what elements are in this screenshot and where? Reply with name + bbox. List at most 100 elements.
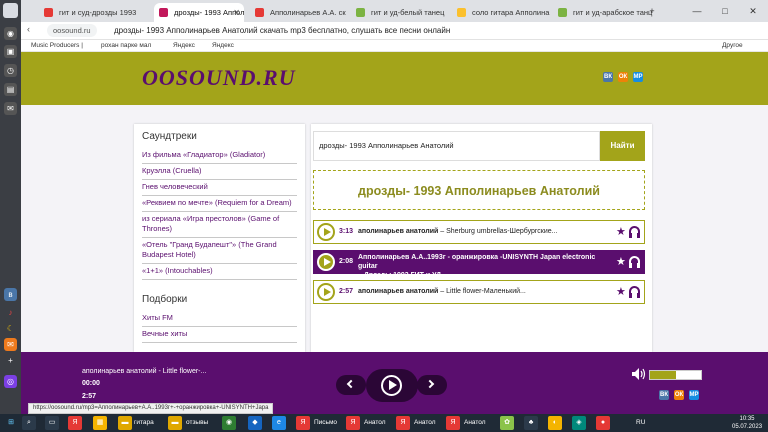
previous-button[interactable] [336,375,366,395]
yandex-browser-icon[interactable]: Я [68,416,82,430]
clock[interactable]: 10:35 05.07.2023 [732,415,762,431]
search-icon[interactable]: ⌕ [22,416,36,430]
taskbar-label[interactable]: отзывы [186,414,208,432]
track-duration: 2:57 [339,288,354,295]
tab-4[interactable]: гит и уд-белый танец [351,3,451,22]
app-icon[interactable]: ▦ [93,416,107,430]
yandex-browser-icon[interactable]: Я [446,416,460,430]
tab-1[interactable]: гит и суд-дрозды 1993 [39,3,139,22]
panel-icon-2[interactable]: ▣ [4,45,17,58]
app-icon[interactable]: ◉ [222,416,236,430]
tab-strip: гит и суд-дрозды 1993 дрозды- 1993 Аппол… [21,0,768,22]
track-row[interactable]: 2:57 аполинарьев анатолий – Little flowe… [313,280,645,304]
vk-share-icon[interactable]: ВК [659,390,669,400]
close-window-icon[interactable]: ✕ [739,0,767,22]
moon-icon[interactable]: ☾ [4,322,17,335]
collection-item[interactable]: Хиты FM [142,311,297,327]
star-icon[interactable]: ★ [616,251,626,273]
bookmark-4[interactable]: Яндекс [212,40,234,52]
headphones-icon[interactable] [629,256,640,268]
track-row[interactable]: 3:13 аполинарьев анатолий – Sherburg umb… [313,220,645,244]
tab-2[interactable]: дрозды- 1993 Апполи ✕ [154,3,244,22]
yandex-browser-icon[interactable]: Я [296,416,310,430]
tab-5[interactable]: соло гитара Апполина [452,3,552,22]
ok-share-icon[interactable]: ОК [618,72,628,82]
soundtrack-item[interactable]: Круэлла (Cruella) [142,164,297,180]
play-icon[interactable] [317,253,335,271]
vk-icon[interactable]: в [4,288,17,301]
collection-item[interactable]: Вечные хиты [142,327,297,343]
windows-start-icon[interactable]: ⊞ [4,416,18,430]
app-icon[interactable]: ♣ [524,416,538,430]
youtube-favicon-icon [255,8,264,17]
language-indicator[interactable]: RU [636,414,645,432]
track-row-playing[interactable]: 2:08 Апполинарьев А.А..1993г - оранжиров… [313,250,645,279]
taskbar-label[interactable]: Анатол [364,414,386,432]
soundtrack-item[interactable]: Из фильма «Гладиатор» (Gladiator) [142,148,297,164]
yandex-favicon-icon [44,8,53,17]
soundtrack-item[interactable]: «Реквием по мечте» (Requiem for a Dream) [142,196,297,212]
search-button[interactable]: Найти [600,131,645,161]
mailru-share-icon[interactable]: МР [633,72,643,82]
bookmark-1[interactable]: Music Producers | [31,40,83,52]
music-icon[interactable]: ♪ [4,306,17,319]
ok-share-icon[interactable]: ОК [674,390,684,400]
chevron-left-icon [346,379,356,389]
panel-icon-1[interactable]: ◉ [4,27,17,40]
taskbar-label[interactable]: Письмо [314,414,337,432]
yandex-browser-icon[interactable]: Я [396,416,410,430]
app-icon[interactable]: ✿ [500,416,514,430]
taskbar-label[interactable]: Анатол [414,414,436,432]
volume-icon[interactable] [632,368,646,380]
panel-icon-4[interactable]: ▤ [4,83,17,96]
soundtrack-item[interactable]: Гнев человеческий [142,180,297,196]
maximize-icon[interactable]: □ [711,0,739,22]
mail-icon[interactable]: ✉ [4,338,17,351]
bookmark-2[interactable]: рохан парке мал [101,40,151,52]
bookmark-other[interactable]: Другое [722,40,743,52]
taskbar-label[interactable]: гитара [134,414,154,432]
folder-icon[interactable]: ▬ [168,416,182,430]
app-icon[interactable]: ◆ [248,416,262,430]
soundtrack-item[interactable]: «Отель "Гранд Будапешт"» (The Grand Buda… [142,238,297,264]
play-button[interactable] [366,369,418,402]
app-icon[interactable]: ◈ [572,416,586,430]
close-tab-icon[interactable]: ✕ [233,3,240,22]
add-icon[interactable]: + [4,354,17,367]
next-button[interactable] [417,375,447,395]
folder-icon[interactable]: ▬ [118,416,132,430]
track-info: аполинарьев анатолий – Little flower-Мал… [358,281,610,303]
taskbar-label[interactable]: Анатол [464,414,486,432]
soundtrack-item[interactable]: из сериала «Игра престолов» (Game of Thr… [142,212,297,238]
edge-icon[interactable]: e [272,416,286,430]
new-tab-icon[interactable]: + [638,0,666,22]
url-field[interactable]: oosound.ru [47,24,97,37]
bookmark-3[interactable]: Яндекс [173,40,195,52]
browser-menu-icon[interactable] [3,3,18,18]
star-icon[interactable]: ★ [616,221,626,243]
soundtrack-item[interactable]: «1+1» (Intouchables) [142,264,297,280]
play-icon[interactable] [317,283,335,301]
track-title: – Sherburg umbrellas-Шербургские... [438,228,558,235]
panel-icon-5[interactable]: ✉ [4,102,17,115]
search-input[interactable]: дрозды- 1993 Апполинарьев Анатолий [313,131,600,161]
tab-label: соло гитара Апполина [472,8,550,17]
headphones-icon[interactable] [629,286,640,298]
minimize-icon[interactable]: — [683,0,711,22]
alice-icon[interactable]: ◎ [4,375,17,388]
panel-icon-3[interactable]: ◷ [4,64,17,77]
app-icon[interactable]: ◐ [548,416,562,430]
site-logo[interactable]: OOSOUND.RU [142,65,296,91]
headphones-icon[interactable] [629,226,640,238]
app-icon[interactable]: ● [596,416,610,430]
url-text: oosound.ru [53,26,91,35]
vk-share-icon[interactable]: ВК [603,72,613,82]
volume-slider[interactable] [649,370,702,380]
star-icon[interactable]: ★ [616,281,626,303]
mailru-share-icon[interactable]: МР [689,390,699,400]
back-icon[interactable]: ‹ [27,24,30,34]
play-icon[interactable] [317,223,335,241]
task-view-icon[interactable]: ▭ [45,416,59,430]
tab-3[interactable]: Апполинарьев А.А. ск [250,3,350,22]
yandex-browser-icon[interactable]: Я [346,416,360,430]
